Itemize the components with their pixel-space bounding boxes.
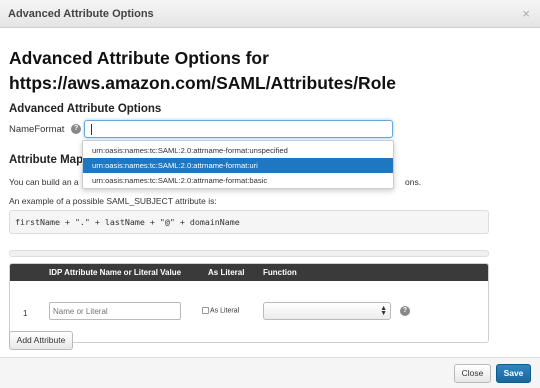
as-literal-label: As Literal	[210, 307, 240, 315]
dialog-titlebar: Advanced Attribute Options ×	[0, 0, 540, 28]
table-header: IDP Attribute Name or Literal Value As L…	[10, 264, 488, 281]
page-title-line1: Advanced Attribute Options for	[9, 48, 269, 68]
attribute-table: IDP Attribute Name or Literal Value As L…	[9, 263, 489, 343]
dialog-title: Advanced Attribute Options	[8, 8, 154, 20]
help-icon[interactable]: ?	[71, 124, 82, 135]
function-select[interactable]: ▲ ▼	[263, 302, 391, 320]
dropdown-option-basic[interactable]: urn:oasis:names:tc:SAML:2.0:attrname-for…	[83, 173, 393, 188]
example-intro: An example of a possible SAML_SUBJECT at…	[9, 196, 217, 206]
table-row: 1 As Literal ▲▼ ?	[10, 281, 488, 342]
mapping-description-end: ons.	[405, 177, 422, 187]
example-code: firstName + "." + lastName + "@" + domai…	[9, 210, 489, 234]
dialog-footer: Close Save	[0, 357, 540, 388]
column-header-name: IDP Attribute Name or Literal Value	[49, 268, 182, 277]
attribute-value-input[interactable]	[49, 302, 181, 320]
select-arrows-icon: ▲ ▼	[380, 305, 387, 317]
column-header-as-literal: As Literal	[208, 268, 245, 277]
dropdown-option-unspecified[interactable]: urn:oasis:names:tc:SAML:2.0:attrname-for…	[83, 143, 393, 158]
progress-bar	[9, 250, 489, 257]
as-literal-checkbox[interactable]	[202, 307, 209, 314]
advanced-options-heading: Advanced Attribute Options	[9, 103, 162, 115]
page-title-line2: https://aws.amazon.com/SAML/Attributes/R…	[9, 73, 396, 93]
page-title: Advanced Attribute Options for https://a…	[9, 46, 529, 96]
as-literal-toggle[interactable]: As Literal	[202, 307, 239, 314]
close-button[interactable]: Close	[454, 364, 491, 383]
attribute-mapping-heading: Attribute Mapp	[9, 154, 91, 166]
row-number: 1	[23, 309, 28, 318]
add-attribute-button[interactable]: Add Attribute	[9, 331, 73, 350]
text-caret	[91, 124, 92, 135]
mapping-description-start: You can build an a	[9, 177, 79, 187]
nameformat-label-row: NameFormat ?	[9, 124, 82, 135]
function-help-icon[interactable]: ?	[400, 306, 410, 316]
close-icon[interactable]: ×	[522, 7, 530, 20]
nameformat-dropdown[interactable]: urn:oasis:names:tc:SAML:2.0:attrname-for…	[82, 140, 394, 189]
nameformat-label: NameFormat	[9, 124, 65, 135]
dropdown-option-uri[interactable]: urn:oasis:names:tc:SAML:2.0:attrname-for…	[83, 158, 393, 173]
column-header-function: Function	[263, 268, 297, 277]
save-button[interactable]: Save	[496, 364, 531, 383]
nameformat-input[interactable]	[84, 120, 393, 138]
